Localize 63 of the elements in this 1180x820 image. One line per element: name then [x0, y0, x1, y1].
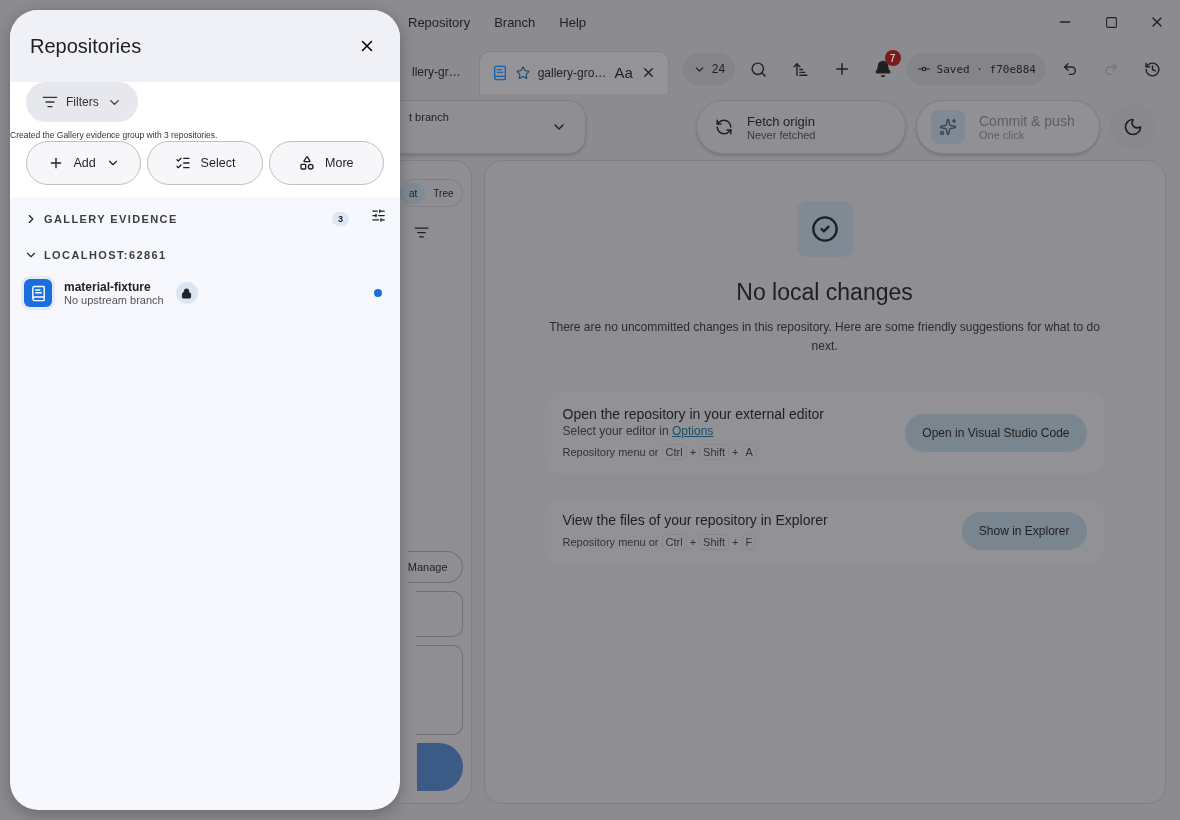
tab-label: gallery-gro… [537, 65, 607, 80]
key-separator: + [689, 446, 697, 458]
key-separator: + [732, 446, 739, 458]
star-icon [515, 65, 530, 80]
repository-status: No upstream branch [64, 294, 164, 306]
menu-item[interactable]: Branch [494, 14, 536, 30]
filter-icon [42, 94, 58, 110]
refresh-icon [715, 118, 733, 136]
tab-label: llery-gr… [412, 65, 461, 79]
moon-icon [1123, 117, 1143, 137]
history-count-button[interactable]: 24 [682, 53, 736, 85]
description-field[interactable] [415, 645, 463, 735]
key-separator: + [732, 536, 739, 548]
repository-tab[interactable]: llery-gr… [400, 51, 473, 93]
keyboard-key: Shift [699, 444, 730, 460]
saved-status[interactable]: Saved · f70e884 [906, 53, 1046, 85]
sparkles-icon [931, 110, 965, 144]
repository-tab[interactable]: gallery-gro… Aa [478, 50, 669, 94]
menu-item[interactable]: Repository [408, 14, 471, 30]
empty-description: There are no uncommitted changes in this repository. Here are some friendly suggestions for what to do next. [548, 319, 1101, 355]
keyboard-key: Ctrl [661, 534, 687, 550]
status-message: Created the Gallery evidence group with 3 repositories. [10, 130, 219, 140]
book-icon [491, 64, 508, 81]
keyboard-key: F [741, 534, 757, 550]
bell-button[interactable]: 7 [865, 53, 901, 85]
options-link[interactable]: Options [671, 424, 714, 438]
font-button[interactable]: Aa [614, 64, 633, 81]
shapes-icon [299, 155, 316, 171]
drawer-title: Repositories [30, 34, 142, 58]
suggestion-hint: Select your editor in Options [562, 424, 715, 438]
branch-dropdown[interactable]: t branch [400, 100, 586, 154]
repository-name: material-fixture [64, 280, 152, 294]
view-toggle-option[interactable]: at [401, 182, 426, 204]
keyboard-key: Shift [699, 534, 730, 550]
checklist-icon [174, 155, 191, 171]
keyboard-key: Ctrl [661, 444, 687, 460]
drawer-action-button[interactable]: More [268, 141, 384, 185]
group-name[interactable]: LOCALHOST:62861 [44, 249, 386, 261]
empty-title: No local changes [736, 279, 913, 306]
key-separator: + [689, 536, 697, 548]
shortcut-hint: Repository menu or [562, 446, 659, 458]
repository-item[interactable]: material-fixture No upstream branch [10, 273, 400, 313]
sliders-icon[interactable] [371, 207, 386, 223]
repository-count: 3 [332, 212, 349, 226]
suggestion-button[interactable]: Show in Explorer [961, 512, 1087, 550]
suggestion-button[interactable]: Open in Visual Studio Code [905, 414, 1087, 452]
group-name[interactable]: GALLERY EVIDENCE [44, 213, 332, 225]
bell-icon [873, 60, 892, 78]
menu-item[interactable]: Help [559, 14, 587, 30]
book-icon [24, 279, 52, 307]
view-toggle-option[interactable]: Tree [425, 182, 462, 204]
drawer-action-button[interactable]: Select [147, 141, 263, 185]
notification-count: 7 [884, 50, 901, 66]
summary-field[interactable] [415, 591, 463, 637]
keyboard-key: A [741, 444, 757, 460]
drawer-action-button[interactable]: Add [26, 141, 142, 185]
suggestion-title: View the files of your repository in Explorer [562, 512, 828, 528]
filter-icon[interactable] [413, 225, 429, 240]
shortcut-hint: Repository menu or [562, 536, 659, 548]
fetch-origin-button[interactable]: Fetch origin Never fetched [696, 100, 906, 154]
filters-button[interactable]: Filters [26, 82, 138, 122]
check-icon [796, 201, 853, 257]
suggestion-title: Open the repository in your external editor [562, 406, 825, 422]
